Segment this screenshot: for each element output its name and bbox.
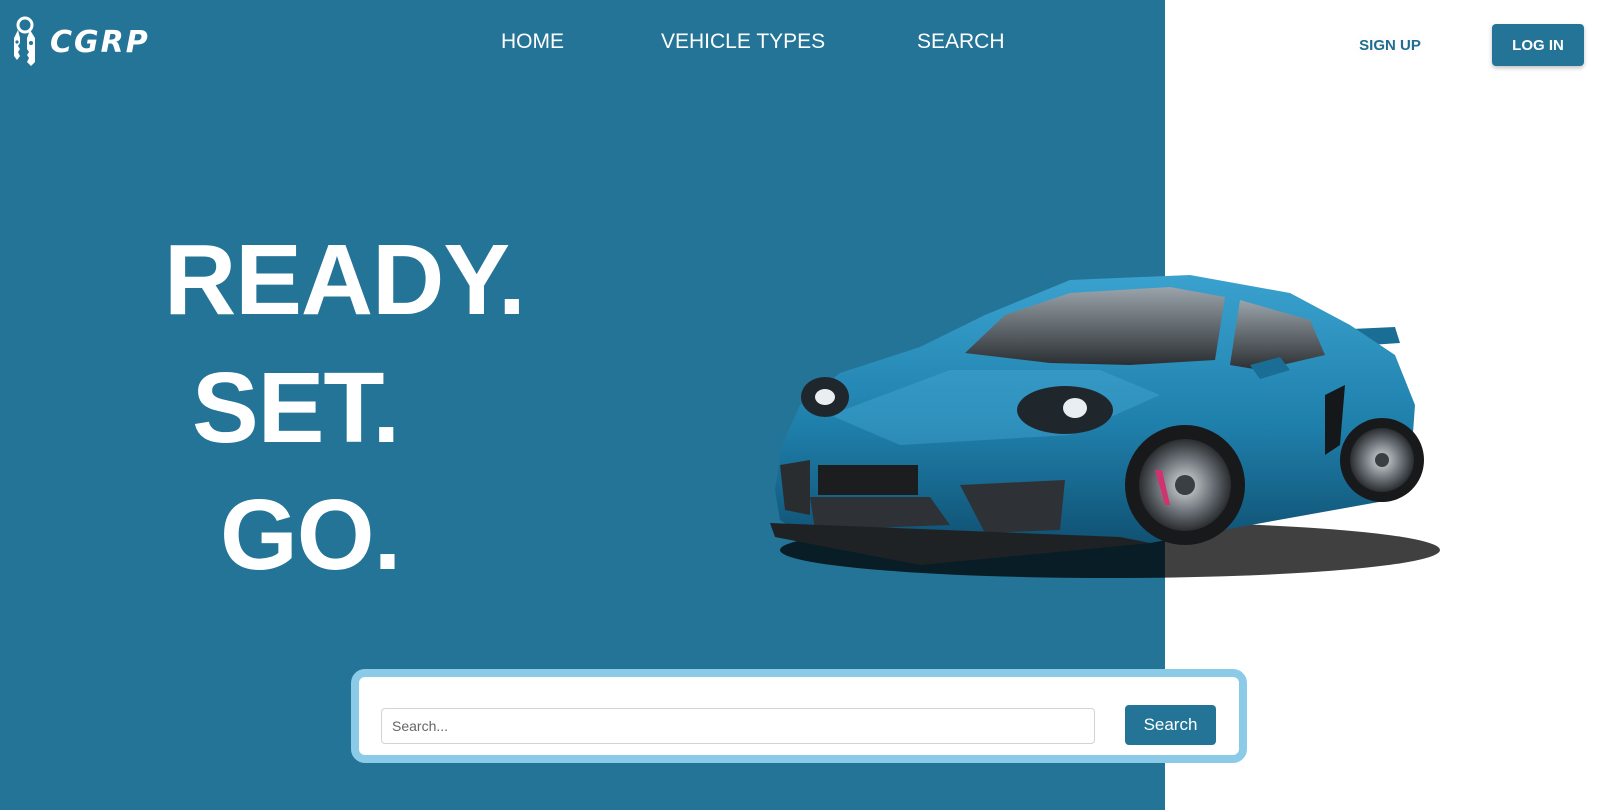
sports-car-image [770, 275, 1440, 578]
nav-search-link[interactable]: SEARCH [917, 30, 1005, 54]
keys-icon [14, 16, 35, 66]
search-input[interactable] [381, 708, 1095, 744]
nav-home-link[interactable]: HOME [501, 30, 564, 54]
headline-go: GO. [220, 479, 401, 591]
search-panel: Search [351, 669, 1247, 763]
nav-vehicle-types-link[interactable]: VEHICLE TYPES [661, 30, 825, 54]
sign-up-button[interactable]: SIGN UP [1342, 24, 1438, 66]
search-button[interactable]: Search [1125, 705, 1216, 745]
log-in-button[interactable]: LOG IN [1492, 24, 1584, 66]
logo[interactable]: CGRP [8, 16, 150, 68]
brand-name: CGRP [50, 24, 150, 60]
headline-set: SET. [192, 352, 400, 464]
headline-ready: READY. [164, 224, 526, 336]
